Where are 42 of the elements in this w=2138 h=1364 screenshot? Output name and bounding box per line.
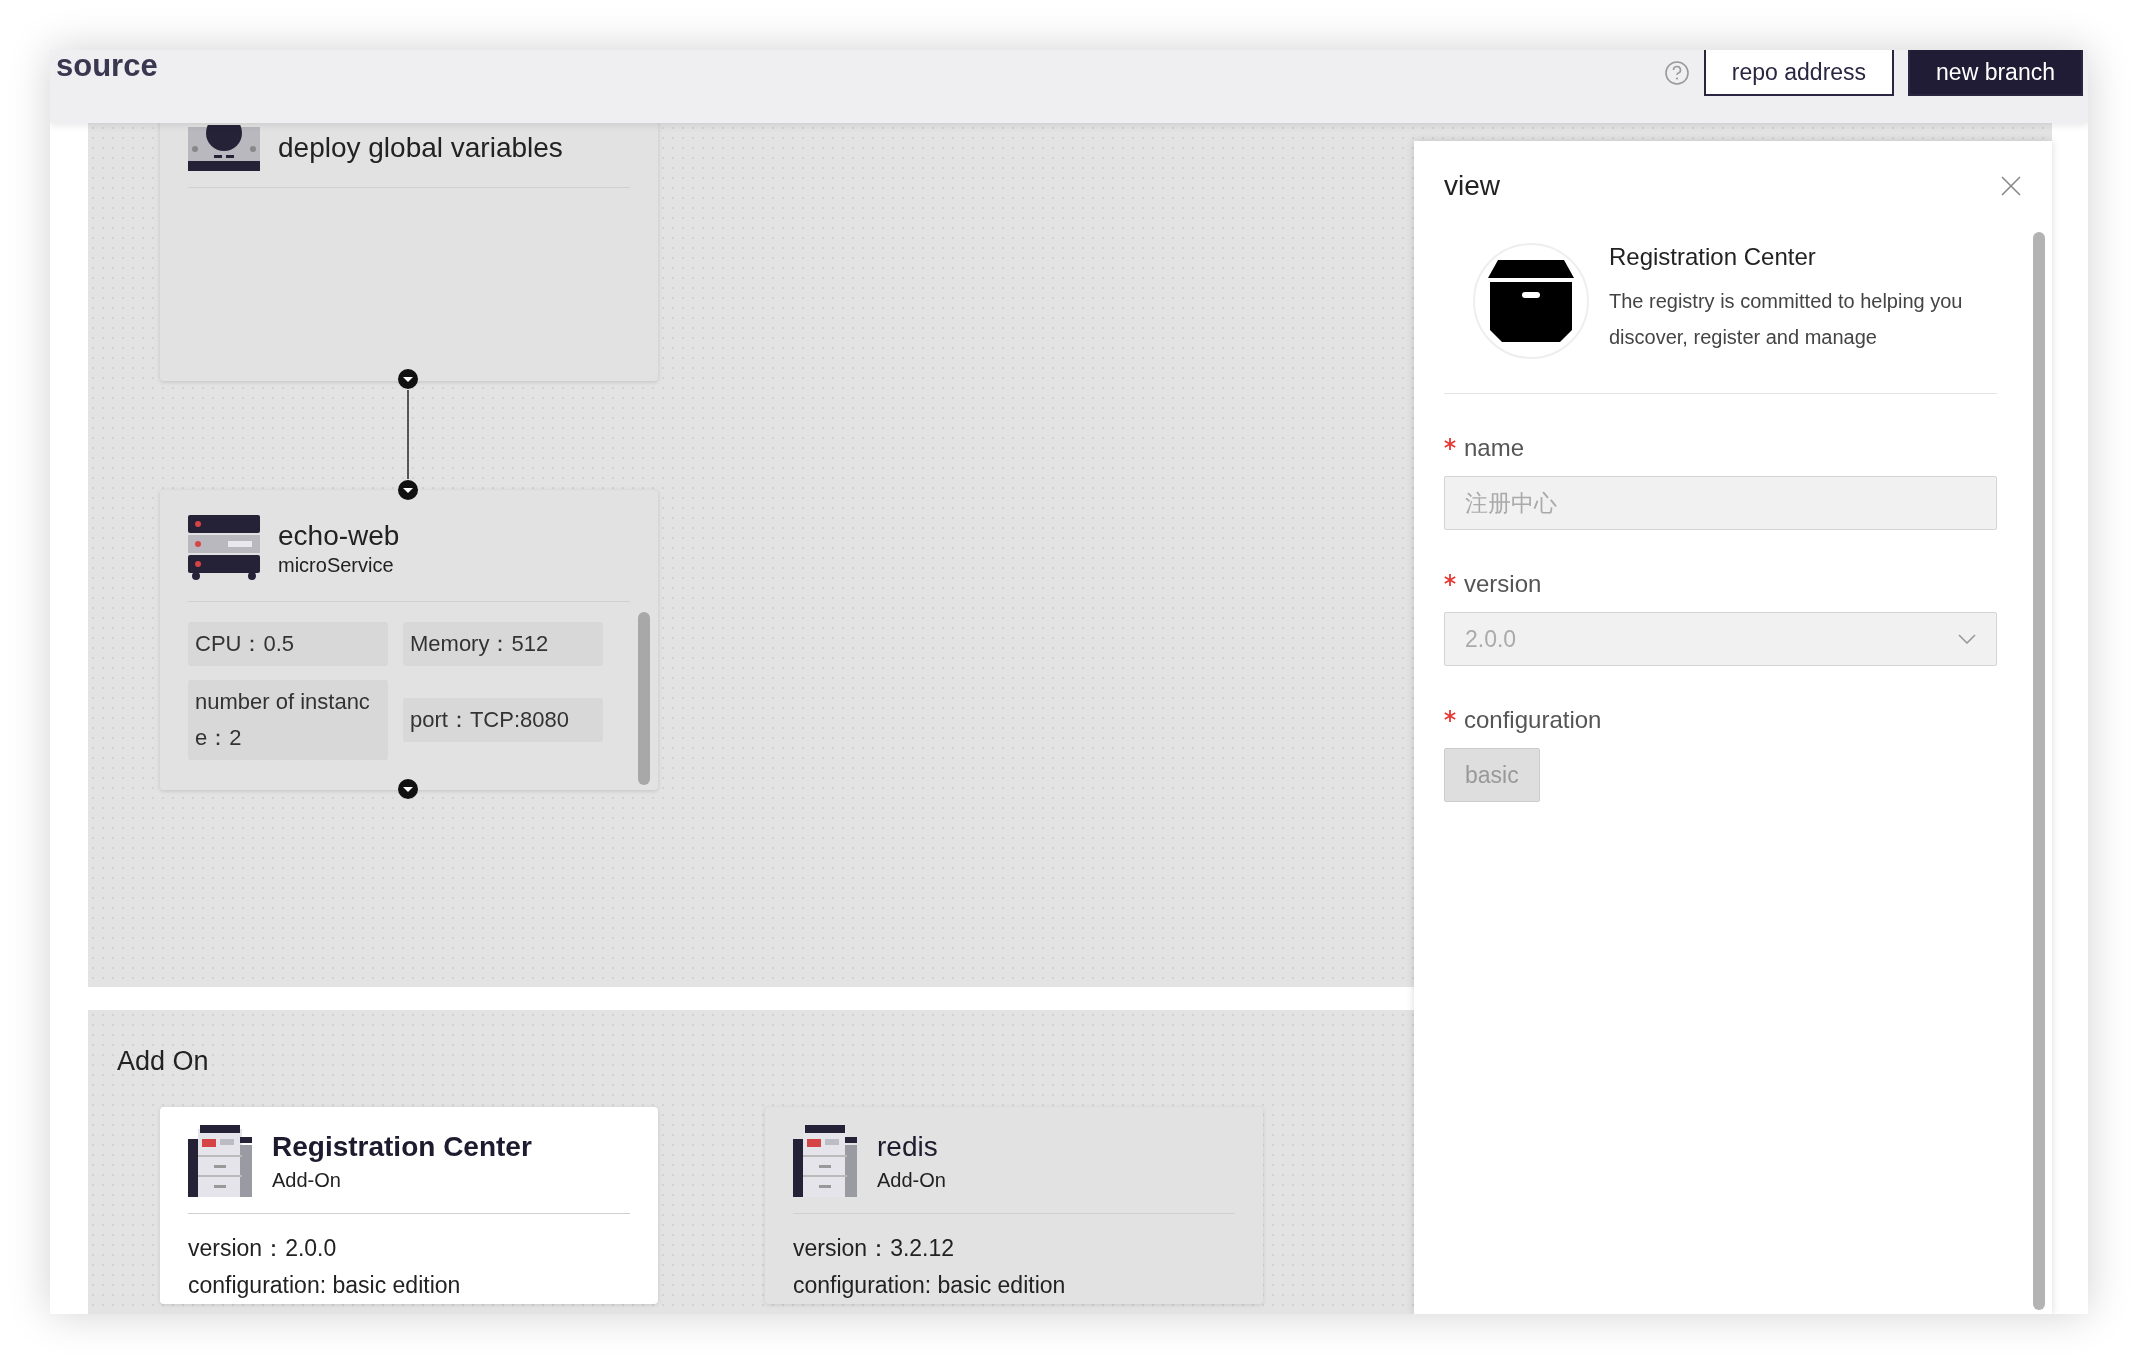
node-subtitle: microService: [278, 553, 395, 577]
node-title: deploy global variables: [278, 132, 563, 164]
addon-name: redis: [877, 1130, 939, 1163]
help-icon[interactable]: [1663, 60, 1690, 86]
scrollbar[interactable]: [638, 612, 650, 785]
addon-card[interactable]: redis Add-On version：3.2.12 configuration: basic edition: [765, 1107, 1263, 1304]
field-label: name: [1464, 434, 1525, 462]
spec-tag: CPU：0.5: [188, 622, 388, 666]
node-card[interactable]: deploy global variables: [160, 123, 658, 381]
node-title: echo-web: [278, 519, 400, 552]
connector-dot-icon[interactable]: [397, 368, 419, 390]
page-title: source: [56, 50, 158, 84]
spec-tag: port：TCP:8080: [403, 698, 603, 742]
field-label: configuration: [1464, 706, 1602, 734]
spec-tag: number of instance：2: [188, 680, 388, 760]
spec-tag: Memory：512: [403, 622, 603, 666]
scrollbar[interactable]: [2033, 232, 2045, 1310]
chevron-down-icon: [1958, 634, 1976, 644]
addon-description: The registry is committed to helping you discover, register and manage: [1609, 289, 1964, 350]
addon-type: Add-On: [877, 1168, 946, 1192]
addon-configuration: configuration: basic edition: [188, 1271, 462, 1300]
addon-version: version：2.0.0: [188, 1234, 338, 1263]
repo-address-button[interactable]: repo address: [1703, 50, 1895, 96]
addon-name: Registration Center: [1609, 243, 1817, 271]
console-icon: [188, 125, 260, 171]
printer-icon: [188, 1125, 254, 1197]
close-icon[interactable]: [2000, 175, 2022, 197]
node-card[interactable]: echo-web microService CPU：0.5 Memory：512 number of instance：2 port：TCP:8080: [160, 490, 658, 790]
printer-icon: [793, 1125, 859, 1197]
addon-card[interactable]: Registration Center Add-On version：2.0.0 configuration: basic edition: [160, 1107, 658, 1304]
addon-version: version：3.2.12: [793, 1234, 956, 1263]
addon-name: Registration Center: [272, 1130, 532, 1163]
drawer-title: view: [1444, 170, 1500, 202]
addon-configuration: configuration: basic edition: [793, 1271, 1067, 1300]
addon-type: Add-On: [272, 1168, 342, 1192]
section-title: Add On: [117, 1046, 210, 1077]
box-icon: [1488, 260, 1574, 342]
field-label: version: [1464, 570, 1542, 598]
connector-dot-icon[interactable]: [397, 778, 419, 800]
new-branch-button[interactable]: new branch: [1908, 50, 2083, 96]
connector-dot-icon[interactable]: [397, 479, 419, 501]
server-icon: [188, 515, 260, 581]
